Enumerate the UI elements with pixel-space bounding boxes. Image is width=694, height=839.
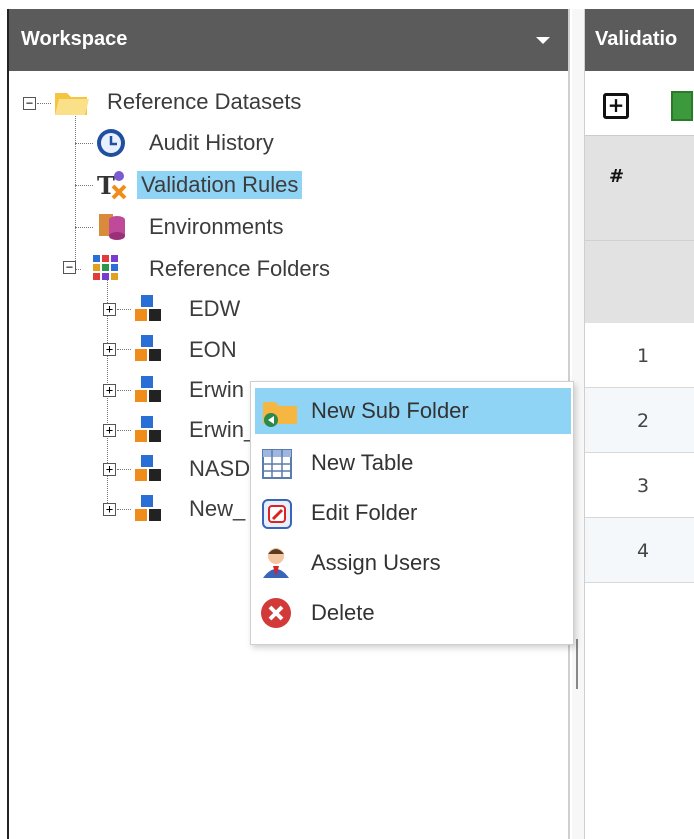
splitter-grip[interactable] [576, 639, 578, 689]
tree-connector [117, 349, 131, 350]
collapse-icon[interactable]: − [23, 97, 36, 110]
folder-icon [135, 295, 161, 321]
grid-header: # [585, 135, 694, 323]
tree-node-folder[interactable]: Erwin [185, 373, 248, 407]
folder-icon [135, 455, 161, 481]
tree-node-folder[interactable]: Erwin_ [185, 413, 260, 447]
expand-icon[interactable]: + [103, 384, 116, 397]
tree-node-reference-datasets[interactable]: Reference Datasets [103, 85, 305, 119]
context-menu: New Sub Folder New Table Edit Folder Ass… [250, 381, 574, 645]
delete-icon [261, 598, 291, 628]
header-divider [585, 240, 694, 241]
validation-toolbar: + [585, 71, 694, 135]
new-subfolder-icon [263, 402, 297, 427]
folder-open-icon [55, 93, 89, 115]
tree-node-folder[interactable]: EDW [185, 292, 244, 326]
menu-item-label: New Table [311, 450, 414, 475]
folder-icon [135, 376, 161, 402]
expand-icon[interactable]: + [103, 424, 116, 437]
tree-node-audit-history[interactable]: Audit History [145, 126, 278, 160]
edit-icon [262, 499, 292, 529]
collapse-icon[interactable]: − [63, 261, 76, 274]
add-icon[interactable]: + [603, 93, 629, 119]
validation-title: Validatio [595, 28, 678, 50]
tree-node-folder[interactable]: EON [185, 333, 241, 367]
tree-connector [75, 185, 93, 186]
folder-icon [135, 495, 161, 521]
menu-item-new-sub-folder[interactable]: New Sub Folder [255, 388, 571, 434]
tree-node-label: EDW [189, 296, 241, 321]
column-header-number[interactable]: # [609, 166, 624, 187]
validation-panel: Validatio + # 1 2 3 4 [584, 9, 694, 839]
tree-node-label: Environments [149, 214, 284, 239]
tree-node-folder[interactable]: New_ [185, 492, 249, 526]
menu-item-label: Delete [311, 600, 375, 625]
tree-connector [117, 309, 131, 310]
expand-icon[interactable]: + [103, 343, 116, 356]
table-row[interactable]: 4 [585, 518, 694, 583]
tree-connector [117, 509, 131, 510]
table-icon [262, 449, 292, 479]
tree-node-folder[interactable]: NASD [185, 452, 254, 486]
tree-connector [37, 103, 51, 104]
tree-connector [75, 103, 76, 271]
tree-node-environments[interactable]: Environments [145, 210, 288, 244]
chevron-down-icon[interactable] [536, 37, 550, 44]
tree-connector [75, 227, 93, 228]
tree-node-label: Reference Datasets [107, 89, 302, 114]
tree-node-label: Reference Folders [149, 256, 330, 281]
tree-node-label: Erwin [189, 377, 245, 402]
workspace-title: Workspace [21, 28, 128, 50]
excel-export-icon[interactable] [671, 91, 693, 121]
grid-folder-icon [93, 255, 118, 280]
folder-icon [135, 335, 161, 361]
row-number: 1 [637, 345, 650, 367]
menu-item-label: New Sub Folder [311, 398, 469, 423]
expand-icon[interactable]: + [103, 503, 116, 516]
table-row[interactable]: 3 [585, 453, 694, 518]
menu-item-label: Edit Folder [311, 500, 418, 525]
svg-text:T: T [97, 171, 115, 200]
tree-connector [117, 469, 131, 470]
tree-node-label: NASD [189, 456, 251, 481]
tree-connector [117, 430, 131, 431]
tree-node-label: Erwin_ [189, 417, 257, 442]
table-row[interactable]: 1 [585, 323, 694, 388]
menu-item-new-table[interactable]: New Table [251, 440, 571, 486]
expand-icon[interactable]: + [103, 303, 116, 316]
validation-header: Validatio [585, 9, 694, 71]
user-icon [263, 548, 289, 578]
clock-icon [97, 129, 125, 157]
tree-node-label: New_ [189, 496, 246, 521]
folder-icon [135, 416, 161, 442]
expand-icon[interactable]: + [103, 463, 116, 476]
row-number: 4 [637, 540, 650, 562]
menu-item-label: Assign Users [311, 550, 441, 575]
tree-node-label: Audit History [149, 130, 274, 155]
tree-node-label: EON [189, 337, 237, 362]
workspace-header[interactable]: Workspace [9, 9, 568, 71]
rules-icon: T [97, 171, 127, 200]
menu-item-assign-users[interactable]: Assign Users [251, 540, 571, 586]
row-number: 2 [637, 410, 650, 432]
tree-node-label: Validation Rules [137, 171, 303, 199]
menu-item-delete[interactable]: Delete [251, 590, 571, 636]
tree-node-validation-rules[interactable]: Validation Rules [137, 168, 303, 202]
table-row[interactable]: 2 [585, 388, 694, 453]
tree-node-reference-folders[interactable]: Reference Folders [145, 252, 334, 286]
row-number: 3 [637, 475, 650, 497]
menu-item-edit-folder[interactable]: Edit Folder [251, 490, 571, 536]
database-icon [99, 214, 125, 240]
tree-connector [75, 143, 93, 144]
tree-connector [117, 390, 131, 391]
